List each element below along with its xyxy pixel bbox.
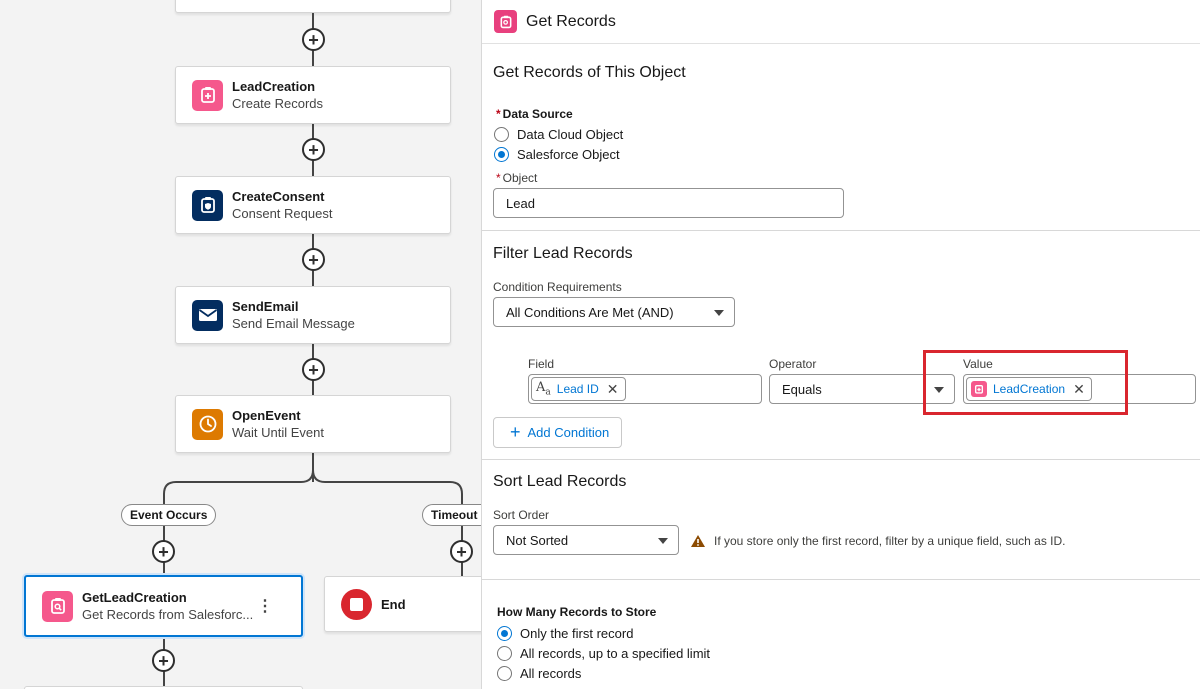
field-token[interactable]: Aa Lead ID ✕ — [531, 377, 626, 401]
field-label: Field — [528, 357, 555, 371]
plus-icon: + — [510, 422, 521, 442]
get-records-icon — [42, 590, 73, 622]
panel-title: Get Records — [526, 12, 616, 30]
section-divider — [482, 459, 1200, 460]
add-element-button[interactable]: + — [450, 540, 473, 563]
add-condition-button[interactable]: + Add Condition — [493, 417, 623, 448]
data-source-label: * Data Source — [496, 107, 573, 121]
warning-icon — [691, 535, 705, 547]
radio-button[interactable] — [497, 666, 512, 681]
sort-order-label: Sort Order — [493, 508, 550, 522]
add-element-button[interactable]: + — [152, 649, 175, 672]
flow-node-get-lead-creation[interactable]: GetLeadCreation Get Records from Salesfo… — [24, 575, 303, 637]
radio-button[interactable] — [494, 127, 509, 142]
chevron-down-icon — [714, 310, 724, 316]
flow-canvas[interactable]: + + + + LeadCreation Create Records Crea… — [0, 0, 481, 689]
sort-warning: If you store only the first record, filt… — [690, 534, 1066, 548]
radio-button[interactable] — [497, 646, 512, 661]
radio-only-first-record[interactable]: Only the first record — [497, 626, 633, 641]
section-divider — [482, 230, 1200, 231]
radio-all-records[interactable]: All records — [497, 666, 581, 681]
section-title-filter: Filter Lead Records — [493, 245, 633, 262]
radio-button[interactable] — [497, 626, 512, 641]
node-subtitle: Get Records from Salesforc... — [82, 607, 254, 622]
node-title: GetLeadCreation — [82, 590, 187, 605]
properties-panel: Get Records Get Records of This Object *… — [481, 0, 1200, 689]
node-menu-icon[interactable]: ⋮ — [257, 596, 273, 616]
node-title: End — [381, 596, 406, 612]
object-label: * Object — [496, 171, 538, 185]
condition-requirements-select[interactable]: All Conditions Are Met (AND) — [493, 297, 735, 327]
radio-button[interactable] — [494, 147, 509, 162]
add-element-button[interactable]: + — [152, 540, 175, 563]
branch-label-timeout[interactable]: Timeout — [422, 504, 481, 526]
stop-icon — [341, 588, 372, 620]
radio-all-records-limit[interactable]: All records, up to a specified limit — [497, 646, 710, 661]
chevron-down-icon — [658, 538, 668, 544]
store-records-title: How Many Records to Store — [497, 605, 657, 619]
condition-requirements-label: Condition Requirements — [493, 280, 622, 294]
panel-header: Get Records — [482, 0, 1200, 44]
section-title-object: Get Records of This Object — [493, 64, 686, 81]
branch-label-event-occurs[interactable]: Event Occurs — [121, 504, 217, 526]
sort-order-select[interactable]: Not Sorted — [493, 525, 679, 555]
section-divider — [482, 579, 1200, 580]
get-records-icon — [494, 10, 517, 33]
remove-icon[interactable]: ✕ — [607, 381, 619, 398]
radio-data-cloud-object[interactable]: Data Cloud Object — [494, 127, 623, 142]
highlight-box — [923, 350, 1128, 415]
object-input[interactable]: Lead — [493, 188, 844, 218]
field-input[interactable]: Aa Lead ID ✕ — [528, 374, 762, 404]
flow-node-end[interactable]: End — [324, 576, 481, 632]
operator-label: Operator — [769, 357, 817, 371]
radio-salesforce-object[interactable]: Salesforce Object — [494, 147, 620, 162]
text-field-icon: Aa — [536, 380, 551, 398]
section-title-sort: Sort Lead Records — [493, 473, 627, 490]
